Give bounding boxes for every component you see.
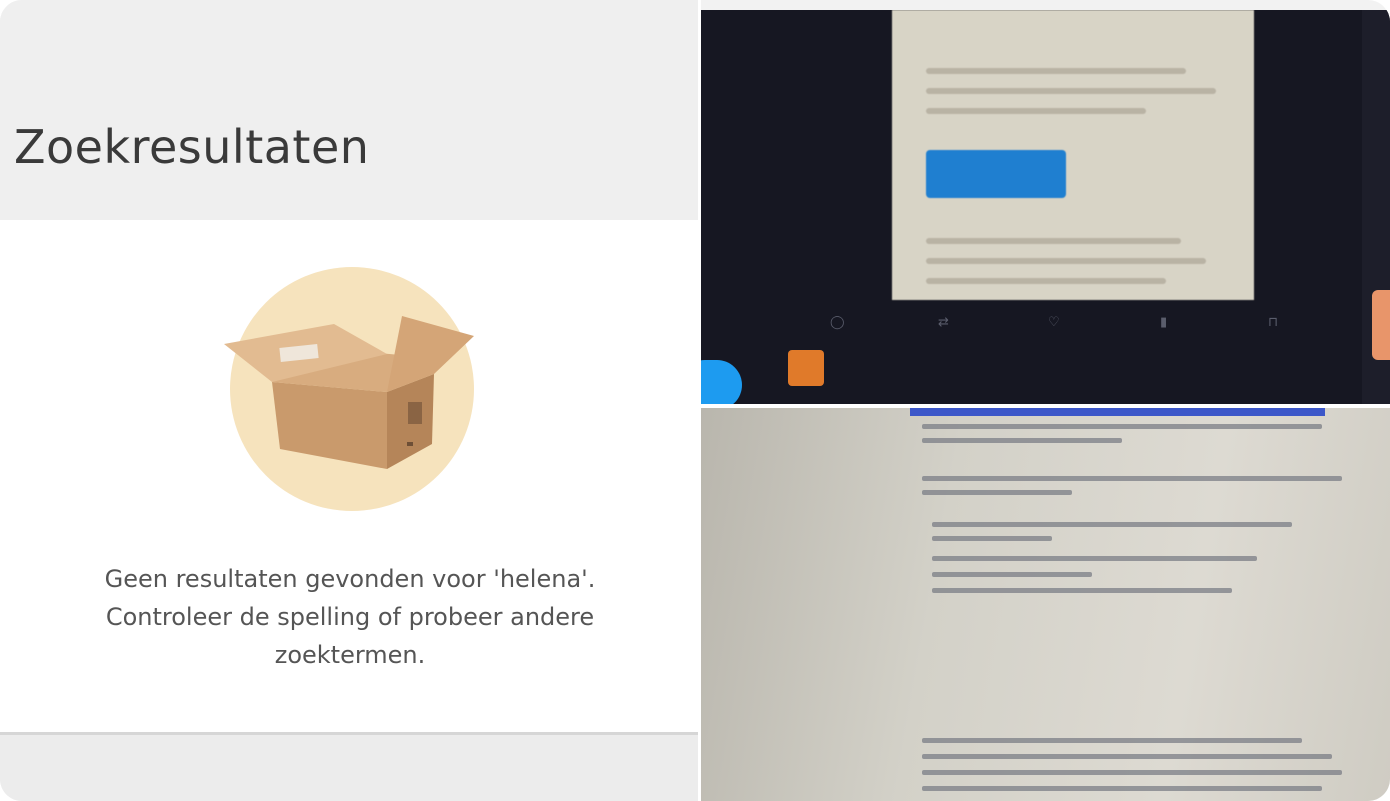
empty-message-line: Controleer de spelling of probeer andere [105,603,595,631]
search-results-panel: Zoekresultaten Geen resultaten gevonden … [0,0,700,801]
views-icon: ▮ [1160,315,1168,330]
open-cardboard-box-icon [224,267,474,511]
retweet-icon: ⇄ [938,315,949,330]
divider [700,404,1390,408]
blurred-card [892,10,1254,300]
blurred-text-line [926,88,1216,94]
blurred-text-line [922,438,1122,443]
blurred-text-line [926,258,1206,264]
empty-message-line: Geen resultaten gevonden voor 'helena'. [104,565,596,593]
bookmark-icon: ⊓ [1268,315,1279,330]
blurred-text-line [926,238,1181,244]
blurred-text-line [922,754,1332,759]
avatar [788,350,824,386]
side-accent [1372,290,1390,360]
blurred-text-line [922,476,1342,481]
tweet-photo: ◯ ⇄ ♡ ▮ ⊓ [700,10,1390,408]
blurred-text-line [922,738,1302,743]
box-mark [407,442,413,446]
blurred-text-line [922,786,1322,791]
blurred-card-button [926,150,1066,198]
document-photo [700,408,1390,801]
compose-button [700,360,742,408]
blurred-text-line [926,108,1146,114]
empty-message-line: zoektermen. [274,641,426,669]
like-icon: ♡ [1048,315,1060,330]
blurred-text-line [932,572,1092,577]
tweet-actions: ◯ ⇄ ♡ ▮ ⊓ [820,315,1310,335]
blurred-text-line [922,424,1322,429]
blurred-text-line [926,278,1166,284]
box-window [408,402,422,424]
blurred-text-line [922,770,1342,775]
highlighted-text [910,408,1325,416]
blurred-text-line [932,556,1257,561]
page-title: Zoekresultaten [14,120,370,174]
blurred-text-line [932,588,1232,593]
empty-state-message: Geen resultaten gevonden voor 'helena'. … [40,560,660,674]
composite-image: Zoekresultaten Geen resultaten gevonden … [0,0,1390,801]
page-footer [0,732,700,801]
blurred-text-line [932,536,1052,541]
reply-icon: ◯ [830,315,845,330]
blurred-text-line [922,490,1072,495]
divider [698,0,701,801]
page-header: Zoekresultaten [0,10,700,220]
blurred-text-line [932,522,1292,527]
blurred-text-line [926,68,1186,74]
